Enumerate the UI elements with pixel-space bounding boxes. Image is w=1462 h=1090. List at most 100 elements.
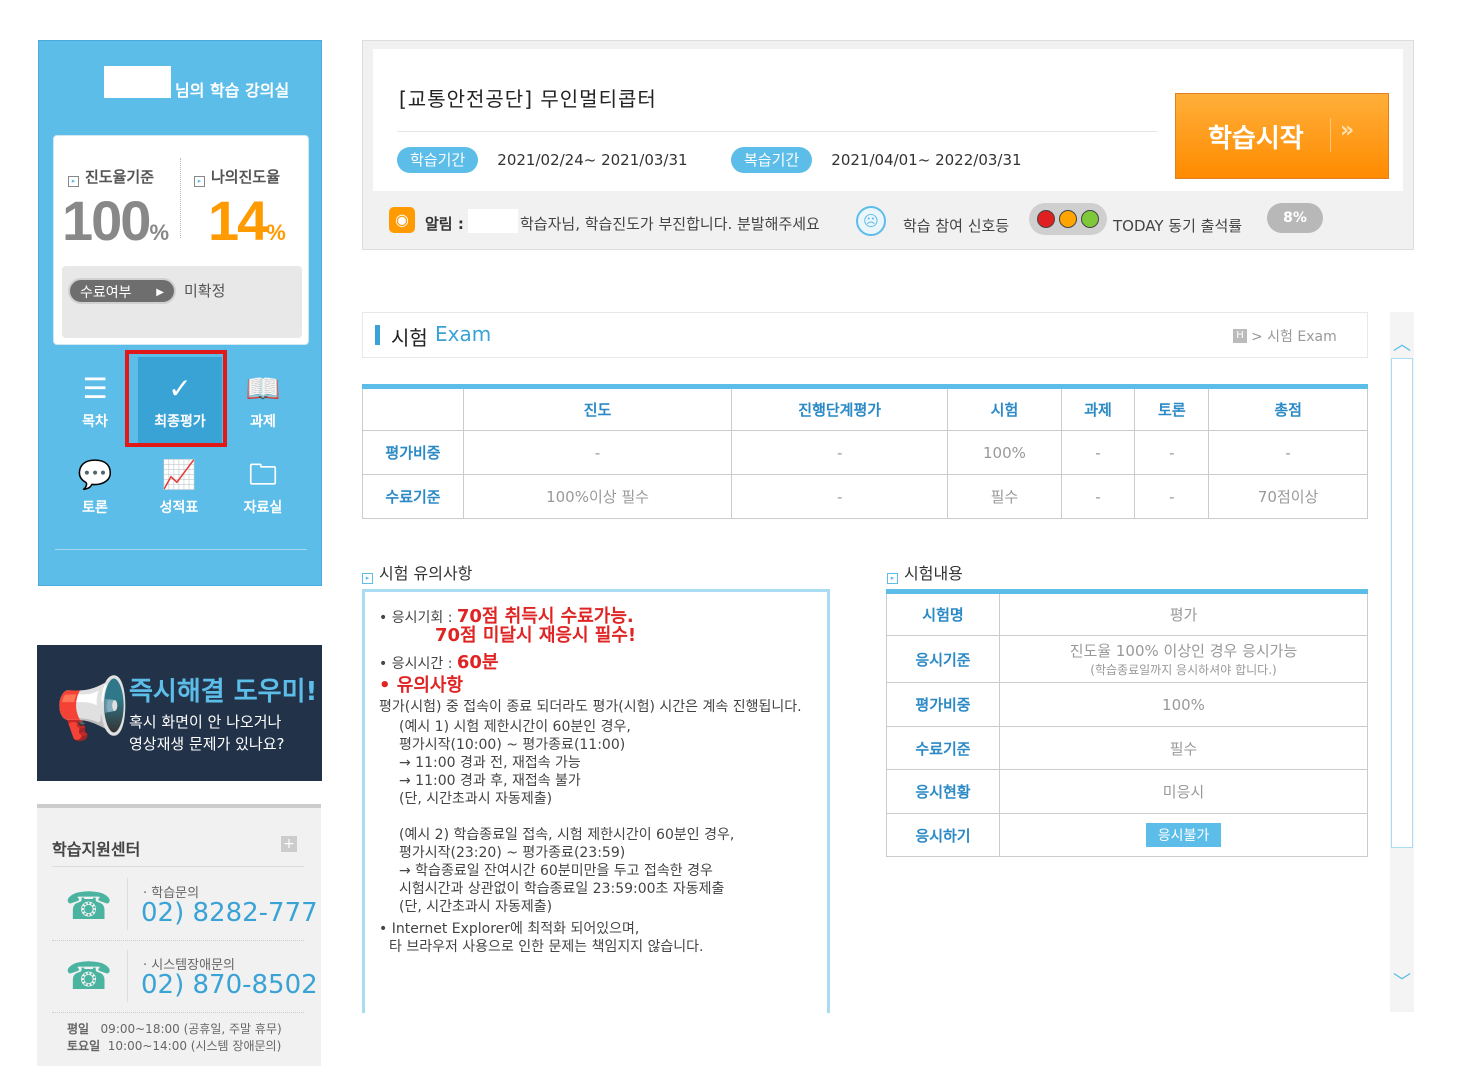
my-progress-value: 14% (208, 189, 286, 252)
divider (52, 940, 304, 941)
banner-line1: 혹시 화면이 안 나오거나 (129, 713, 282, 731)
scrollbar[interactable]: ︿ ﹀ (1390, 312, 1414, 1012)
table-row: 응시기준 진도율 100% 이상인 경우 응시가능 (학습종료일까지 응시하셔야 … (886, 635, 1368, 683)
exam-title: 시험 (391, 326, 428, 350)
arrow-right-icon: ▶ (156, 287, 164, 298)
start-study-button[interactable]: 학습시작 » (1175, 93, 1389, 179)
menu-discussion[interactable]: 💬 토론 (53, 455, 137, 535)
column-header: 과제 (1060, 386, 1136, 431)
row-header: 수료기준 (886, 726, 1000, 770)
progress-card: ▸ 진도율기준 ▸ 나의진도율 100% 14% 수료여부 ▶ 미확정 (53, 135, 309, 345)
book-icon: 📖 (245, 372, 281, 405)
study-phone: 02) 8282-777 (141, 898, 318, 928)
today-label: TODAY 동기 출석률 (1113, 217, 1243, 235)
divider (52, 866, 304, 867)
table-cell: - (1060, 474, 1136, 519)
table-cell: 필수 (999, 726, 1368, 770)
instant-help-banner[interactable]: 📢 즉시해결 도우미! 혹시 화면이 안 나오거나 영상재생 문제가 있나요? (37, 645, 322, 781)
row-header: 평가비중 (886, 682, 1000, 727)
divider (1330, 118, 1331, 152)
exam-header: 시험 Exam H > 시험 Exam (362, 312, 1368, 358)
menu-library[interactable]: 🗀 자료실 (221, 455, 305, 535)
study-period: 학습기간 2021/02/24~ 2021/03/31 (397, 147, 688, 173)
table-row: 수료기준 100%이상 필수 - 필수 - - 70점이상 (362, 474, 1368, 519)
table-row: 응시하기 응시불가 (886, 813, 1368, 857)
divider (127, 950, 128, 1002)
square-bullet-icon: ▸ (68, 176, 79, 187)
divider (397, 131, 1157, 132)
user-name-mask (104, 66, 171, 98)
column-header: 진행단계평가 (731, 386, 949, 431)
completion-status-button[interactable]: 수료여부 ▶ (68, 278, 176, 304)
row-header: 응시기준 (886, 635, 1000, 683)
ie-notice2: 타 브라우저 사용으로 인한 문제는 책임지지 않습니다. (389, 939, 704, 955)
completion-box: 수료여부 ▶ 미확정 (62, 266, 302, 338)
wifi-icon: ◉ (389, 207, 415, 233)
course-info-panel: [교통안전공단] 무인멀티콥터 학습기간 2021/02/24~ 2021/03… (362, 40, 1414, 250)
column-header: 총점 (1208, 386, 1368, 431)
study-period-value: 2021/02/24~ 2021/03/31 (497, 151, 688, 169)
user-name-mask (468, 209, 518, 233)
header-bar (375, 325, 380, 345)
home-icon[interactable]: H (1233, 329, 1247, 343)
review-period-value: 2021/04/01~ 2022/03/31 (831, 151, 1022, 169)
table-row: 평가비중 100% (886, 682, 1368, 727)
table-cell: - (1208, 430, 1368, 475)
classroom-panel: 님의 학습 강의실 ▸ 진도율기준 ▸ 나의진도율 100% 14% 수료여부 ▶ 미… (38, 40, 322, 586)
support-center: 학습지원센터 + ☎ · 학습문의 02) 8282-777 ☎ · 시스템장애… (37, 804, 321, 1066)
caution-title: • 유의사항 (379, 675, 464, 696)
table-row: 시험명 평가 (886, 591, 1368, 636)
exam-info-table: 시험명 평가 응시기준 진도율 100% 이상인 경우 응시가능 (학습종료일까지… (886, 589, 1368, 857)
highlight-box (125, 350, 227, 447)
table-cell: - (1134, 430, 1210, 475)
chance-line2: 70점 미달시 재응시 필수! (435, 625, 637, 646)
take-exam-button[interactable]: 응시불가 (1145, 823, 1222, 847)
orange-light-icon (1059, 210, 1077, 228)
chart-icon: 📈 (161, 458, 197, 491)
traffic-light (1029, 203, 1107, 235)
table-cell: 100%이상 필수 (462, 474, 733, 519)
scroll-up-icon[interactable]: ︿ (1393, 330, 1411, 356)
divider (52, 1012, 304, 1013)
signal-label: 학습 참여 신호등 (903, 217, 1010, 235)
evaluation-table: 진도 진행단계평가 시험 과제 토론 총점 평가비중 - - 100% - - … (362, 384, 1368, 519)
table-cell: - (731, 430, 949, 475)
classroom-title: 님의 학습 강의실 (175, 81, 290, 100)
menu-report-card[interactable]: 📈 성적표 (137, 455, 221, 535)
scroll-down-icon[interactable]: ﹀ (1393, 968, 1411, 994)
table-header-row: 진도 진행단계평가 시험 과제 토론 총점 (362, 386, 1368, 431)
red-light-icon (1037, 210, 1055, 228)
folder-icon: 🗀 (248, 458, 277, 491)
exam-title-en: Exam (435, 322, 492, 346)
phone-error-icon: ☎ (65, 954, 113, 998)
example1: (예시 1) 시험 제한시간이 60분인 경우, 평가시작(10:00) ~ 평… (399, 719, 631, 807)
review-period-label: 복습기간 (731, 147, 813, 173)
system-phone: 02) 870-8502 (141, 970, 318, 1000)
completion-value: 미확정 (184, 282, 226, 300)
exam-info-title: ▸ 시험내용 (887, 560, 963, 584)
divider (55, 549, 307, 550)
column-header: 진도 (462, 386, 733, 431)
progress-basis-label: ▸ 진도율기준 (68, 166, 154, 187)
ie-notice: • Internet Explorer에 최적화 되어있으며, (379, 921, 640, 937)
menu-assignment[interactable]: 📖 과제 (221, 369, 305, 449)
arrow-bullet-icon: ▸ (362, 573, 373, 584)
plus-icon[interactable]: + (281, 836, 297, 852)
row-header: 응시하기 (886, 813, 1000, 857)
row-header: 수료기준 (362, 474, 464, 519)
green-light-icon (1081, 210, 1099, 228)
table-cell: 진도율 100% 이상인 경우 응시가능 (학습종료일까지 응시하셔야 합니다.) (999, 635, 1368, 683)
course-card: [교통안전공단] 무인멀티콥터 학습기간 2021/02/24~ 2021/03… (373, 49, 1403, 191)
column-header: 토론 (1134, 386, 1210, 431)
notice-text: 학습자님, 학습진도가 부진합니다. 분발해주세요 (520, 215, 820, 233)
example2: (예시 2) 학습종료일 접속, 시험 제한시간이 60분인 경우, 평가시작(… (399, 827, 735, 915)
table-cell: - (1134, 474, 1210, 519)
course-title: [교통안전공단] 무인멀티콥터 (399, 87, 657, 111)
sad-face-icon: ☹ (856, 206, 886, 236)
scroll-thumb[interactable] (1391, 358, 1413, 848)
today-rate-badge: 8% (1267, 203, 1323, 233)
megaphone-icon: 📢 (55, 674, 130, 744)
weekday-hours: 평일 09:00~18:00 (공휴일, 주말 휴무) (67, 1022, 282, 1036)
exam-notice-box: • 응시기회 : 70점 취득시 수료가능. 70점 미달시 재응시 필수! •… (362, 589, 830, 1013)
square-bullet-icon: ▸ (194, 176, 205, 187)
